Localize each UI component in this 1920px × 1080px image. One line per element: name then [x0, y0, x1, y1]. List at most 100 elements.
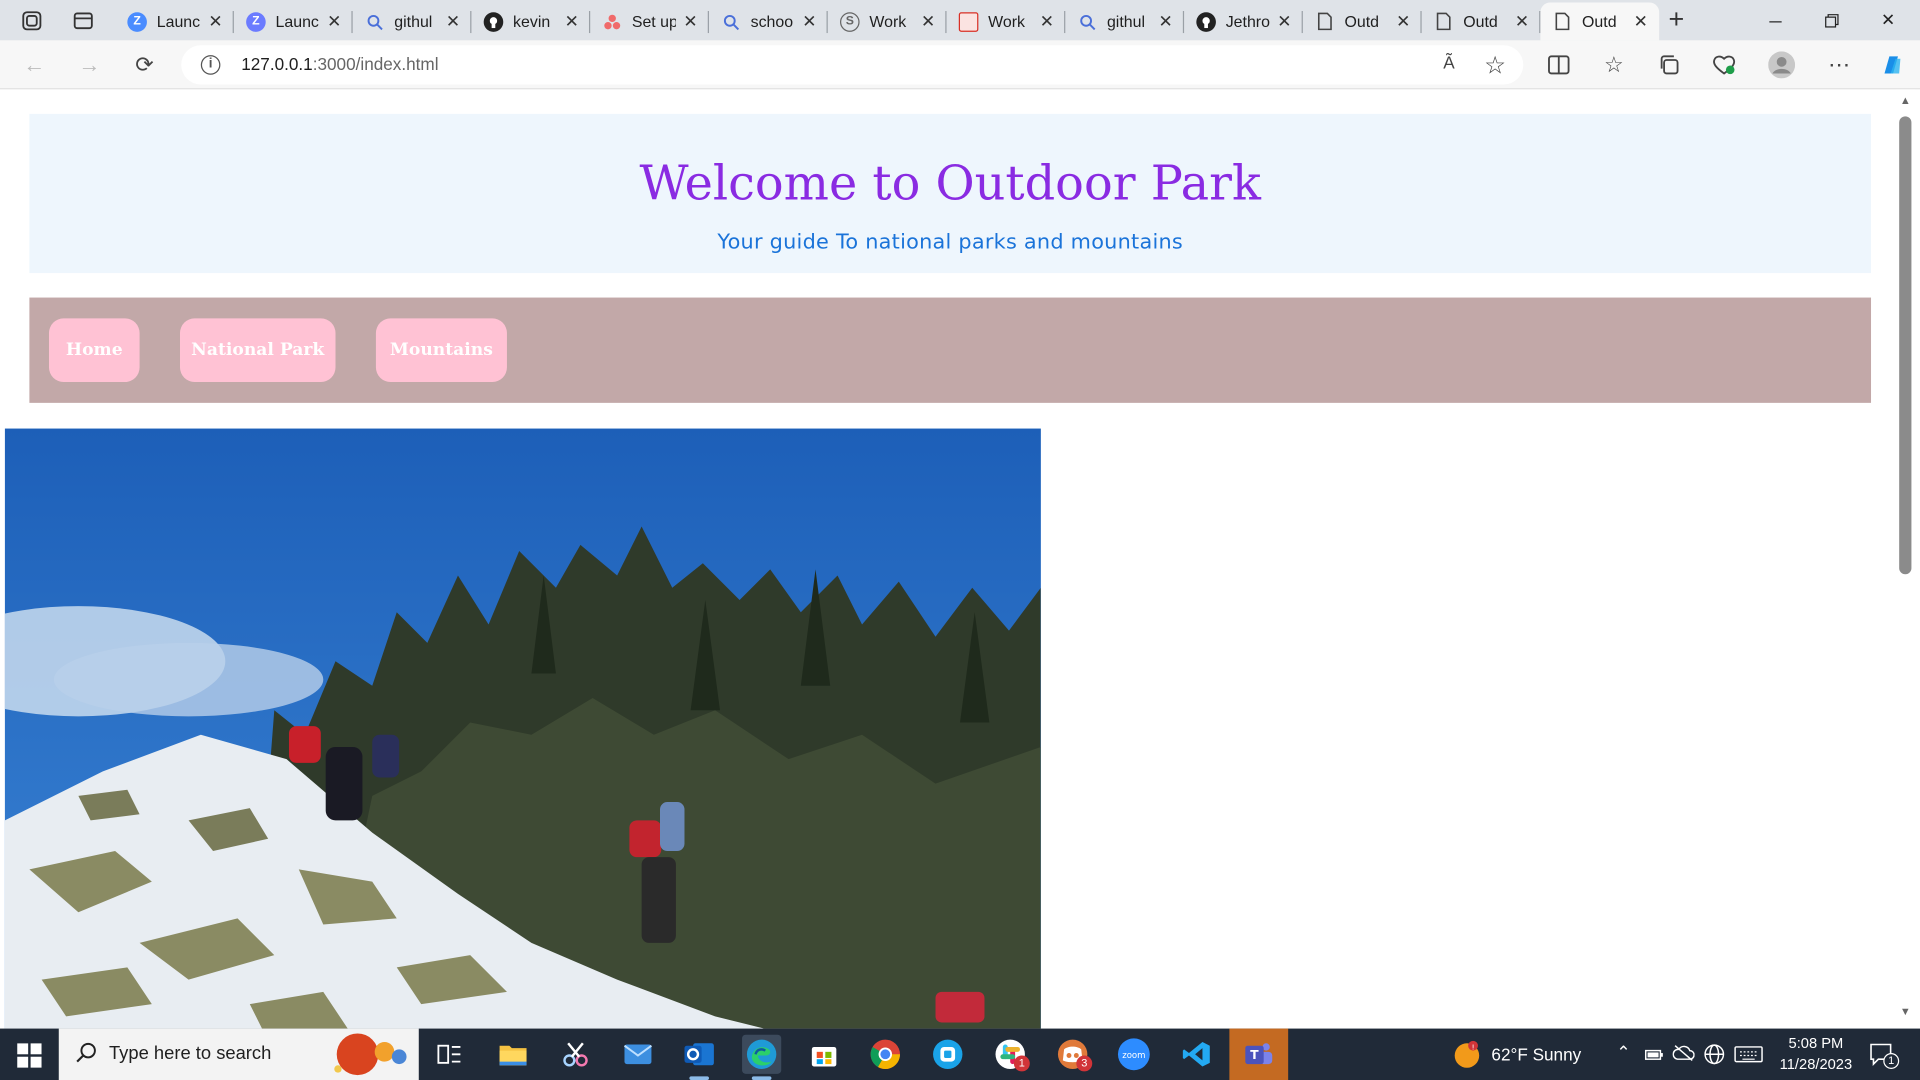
vscode-icon[interactable] — [1177, 1035, 1216, 1074]
browser-tab[interactable]: Z Launc ✕ — [234, 2, 353, 40]
nav-national-park-button[interactable]: National Park — [180, 318, 336, 383]
close-tab-icon[interactable]: ✕ — [1513, 12, 1530, 29]
keyboard-icon[interactable] — [1734, 1046, 1763, 1069]
back-icon[interactable]: ← — [20, 50, 49, 79]
close-tab-icon[interactable]: ✕ — [1632, 12, 1649, 29]
weather-text[interactable]: 62°F Sunny — [1491, 1044, 1581, 1064]
browser-tab[interactable]: githul ✕ — [1065, 2, 1185, 40]
onedrive-offline-icon[interactable] — [1672, 1044, 1695, 1067]
split-screen-icon[interactable] — [1544, 50, 1573, 79]
close-tab-icon[interactable]: ✕ — [1157, 12, 1174, 29]
weather-sun-icon[interactable]: ! — [1452, 1040, 1481, 1069]
tab-actions-icon[interactable] — [67, 5, 99, 37]
slack-icon[interactable]: 1 — [991, 1035, 1030, 1074]
nav-home-button[interactable]: Home — [48, 318, 140, 383]
browser-tab[interactable]: Outd ✕ — [1422, 2, 1541, 40]
notification-count: 1 — [1883, 1053, 1900, 1069]
edge-running-indicator — [751, 1076, 772, 1080]
tab-title: githul — [1106, 12, 1145, 31]
browser-tab[interactable]: Outd ✕ — [1540, 2, 1660, 41]
favorites-icon[interactable]: ☆ — [1599, 50, 1628, 79]
close-tab-icon[interactable]: ✕ — [920, 12, 937, 29]
nav-mountains-button[interactable]: Mountains — [375, 318, 507, 383]
scroll-down-arrow-icon[interactable]: ▼ — [1899, 1005, 1911, 1017]
zoom-icon: Z — [246, 11, 266, 32]
search-icon — [1078, 12, 1098, 32]
close-tab-icon[interactable]: ✕ — [1276, 12, 1293, 29]
more-options-icon[interactable]: ⋯ — [1824, 50, 1853, 79]
snipping-tool-icon[interactable] — [556, 1035, 595, 1074]
read-aloud-icon[interactable]: Ã — [1443, 53, 1454, 73]
zoom-icon[interactable]: zoom — [1114, 1035, 1153, 1074]
browser-essentials-icon[interactable] — [1709, 50, 1738, 79]
mail-icon[interactable] — [618, 1035, 657, 1074]
browser-tab[interactable]: Outd ✕ — [1303, 2, 1422, 40]
edge-icon[interactable] — [742, 1034, 782, 1080]
outlook-icon[interactable] — [680, 1035, 719, 1080]
nav-bar: Home National Park Mountains — [29, 297, 1872, 403]
battery-icon[interactable] — [1644, 1046, 1664, 1068]
close-tab-icon[interactable]: ✕ — [801, 12, 818, 29]
teams-classic-icon[interactable] — [928, 1035, 967, 1074]
restore-button[interactable] — [1804, 0, 1860, 40]
tab-title: Set up — [631, 12, 676, 31]
collections-icon[interactable] — [1654, 50, 1683, 79]
browser-tab[interactable]: Jethro ✕ — [1184, 2, 1303, 40]
tab-title: kevin — [513, 12, 551, 31]
browser-tab[interactable]: Work ✕ — [947, 2, 1066, 40]
close-tab-icon[interactable]: ✕ — [1395, 12, 1412, 29]
scrollbar-thumb[interactable] — [1899, 116, 1912, 575]
tab-title: Launc — [275, 12, 319, 31]
browser-tab[interactable]: S Work ✕ — [828, 2, 947, 40]
windows-start-icon[interactable] — [17, 1043, 42, 1068]
close-tab-icon[interactable]: ✕ — [682, 12, 699, 29]
discord-icon[interactable]: 3 — [1053, 1035, 1093, 1074]
show-hidden-icons-chevron-icon[interactable]: ⌃ — [1616, 1042, 1630, 1063]
browser-tab[interactable]: schoo ✕ — [709, 2, 828, 40]
close-tab-icon[interactable]: ✕ — [326, 12, 343, 29]
notification-center-icon[interactable]: 1 — [1869, 1042, 1900, 1073]
copilot-icon[interactable] — [1877, 50, 1906, 79]
browser-tab[interactable]: Set up ✕ — [590, 2, 709, 40]
forward-icon[interactable]: → — [75, 50, 104, 79]
taskbar-search-box[interactable]: Type here to search — [58, 1028, 419, 1080]
scroll-up-arrow-icon[interactable]: ▲ — [1899, 94, 1911, 106]
file-explorer-icon[interactable] — [493, 1035, 532, 1074]
page-icon — [1434, 12, 1454, 32]
search-placeholder: Type here to search — [108, 1043, 272, 1065]
browser-tab[interactable]: kevin ✕ — [471, 2, 591, 40]
profile-avatar[interactable] — [1767, 50, 1796, 79]
network-globe-icon[interactable] — [1703, 1043, 1725, 1071]
browser-tab[interactable]: Z Launc ✕ — [115, 2, 234, 40]
tab-title: Outd — [1344, 12, 1380, 31]
browser-tab[interactable]: githul ✕ — [353, 2, 472, 40]
search-icon — [76, 1042, 96, 1063]
search-highlight-icon — [334, 1033, 407, 1076]
page-viewport: Welcome to Outdoor Park Your guide To na… — [0, 89, 1920, 1029]
close-tab-icon[interactable]: ✕ — [1038, 12, 1055, 29]
close-tab-icon[interactable]: ✕ — [207, 12, 224, 29]
screen: Z Launc ✕ Z Launc ✕ githul ✕ kevin ✕ Set up ✕ schoo ✕… — [0, 0, 1920, 1080]
close-tab-icon[interactable]: ✕ — [563, 12, 580, 29]
page-scrollbar[interactable]: ▲ ▼ — [1895, 89, 1916, 1029]
microsoft-store-icon[interactable] — [804, 1035, 843, 1074]
task-view-icon[interactable] — [430, 1035, 469, 1074]
refresh-icon[interactable]: ⟳ — [130, 50, 159, 79]
address-bar[interactable]: i 127.0.0.1:3000/index.html Ã ☆ — [181, 45, 1524, 85]
chrome-icon[interactable] — [866, 1035, 905, 1074]
tab-strip: Z Launc ✕ Z Launc ✕ githul ✕ kevin ✕ Set up ✕ schoo ✕… — [0, 0, 1920, 41]
svg-text:!: ! — [1472, 1042, 1475, 1051]
url-text[interactable]: 127.0.0.1:3000/index.html — [241, 54, 438, 74]
workspaces-icon[interactable] — [16, 5, 48, 37]
close-window-button[interactable]: ✕ — [1860, 0, 1916, 40]
clock[interactable]: 5:08 PM 11/28/2023 — [1774, 1033, 1857, 1075]
teams-icon[interactable]: T — [1229, 1028, 1289, 1080]
new-tab-button[interactable]: + — [1662, 6, 1691, 35]
tab-title: schoo — [750, 12, 794, 31]
favorite-star-icon[interactable]: ☆ — [1484, 50, 1506, 81]
close-tab-icon[interactable]: ✕ — [444, 12, 461, 29]
tab-title: githul — [394, 12, 433, 31]
site-info-icon[interactable]: i — [200, 55, 221, 75]
minimize-button[interactable]: ─ — [1747, 0, 1803, 40]
page-icon — [1315, 12, 1335, 32]
